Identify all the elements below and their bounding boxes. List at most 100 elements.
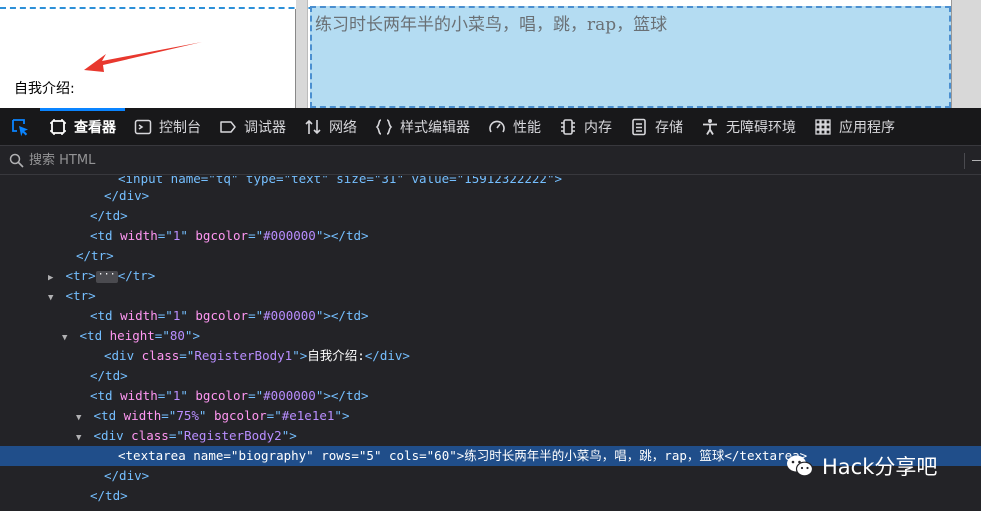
tab-network[interactable]: 网络 xyxy=(295,108,366,146)
tree-row[interactable]: <div class="RegisterBody1">自我介绍:</div> xyxy=(0,346,981,366)
element-picker-icon xyxy=(12,118,28,136)
collapse-twisty-icon[interactable]: ▶ xyxy=(48,268,58,288)
expand-twisty-icon[interactable]: ▼ xyxy=(62,328,72,348)
debugger-icon xyxy=(219,118,237,136)
attribute-quote: " xyxy=(180,228,188,243)
tag-bracket: > xyxy=(88,288,96,303)
tree-row[interactable]: ▼ <td height="80"> xyxy=(0,326,981,346)
attribute-quote: =" xyxy=(223,448,239,463)
watermark: Hack分享吧 xyxy=(786,451,937,481)
storage-icon xyxy=(630,118,648,136)
watermark-text: Hack分享吧 xyxy=(822,455,938,479)
tag-bracket: > xyxy=(192,328,200,343)
expand-twisty-icon[interactable]: ▼ xyxy=(48,288,58,308)
tab-label: 控制台 xyxy=(159,119,201,136)
attribute-quote: =" xyxy=(157,228,173,243)
tab-label: 查看器 xyxy=(74,119,116,136)
opening-tag: <tr xyxy=(65,288,89,303)
attribute-quote: " xyxy=(180,308,188,323)
attribute-name: bgcolor xyxy=(195,388,249,403)
attribute-name: cols xyxy=(389,448,420,463)
attribute-quote: " xyxy=(373,448,382,463)
tag-bracket: > xyxy=(323,228,331,243)
tab-label: 样式编辑器 xyxy=(400,119,470,136)
attribute-name: class xyxy=(131,428,169,443)
tree-row[interactable]: <td width="1" bgcolor="#000000"></td> xyxy=(0,306,981,326)
element-picker-button[interactable] xyxy=(0,108,40,146)
tab-application[interactable]: 应用程序 xyxy=(805,108,904,146)
network-icon xyxy=(304,118,322,136)
tab-accessibility[interactable]: 无障碍环境 xyxy=(692,108,805,146)
tab-label: 应用程序 xyxy=(839,119,895,136)
closing-tag: </td> xyxy=(90,368,128,383)
console-icon xyxy=(134,118,152,136)
toolbar-separator xyxy=(964,153,965,169)
tree-row[interactable]: <td width="1" bgcolor="#000000"></td> xyxy=(0,226,981,246)
attribute-value: 75% xyxy=(176,408,199,423)
attribute-name: bgcolor xyxy=(195,308,249,323)
closing-tag: </td> xyxy=(330,388,369,403)
tab-inspector[interactable]: 查看器 xyxy=(40,107,125,146)
attribute-quote: =" xyxy=(157,308,173,323)
tree-row[interactable]: </td> xyxy=(0,366,981,386)
attribute-value: #e1e1e1 xyxy=(281,408,335,423)
tab-label: 调试器 xyxy=(244,119,286,136)
closing-tag: </td> xyxy=(330,228,369,243)
attribute-name: height xyxy=(109,328,155,343)
closing-tag: </tr> xyxy=(117,268,156,283)
search-input[interactable] xyxy=(29,148,929,173)
attribute-quote: =" xyxy=(179,348,195,363)
attribute-name: name xyxy=(193,448,224,463)
closing-tag: </td> xyxy=(90,208,128,223)
expand-twisty-icon[interactable]: ▼ xyxy=(76,428,86,448)
accessibility-icon xyxy=(701,118,719,136)
attribute-quote: " xyxy=(306,448,314,463)
tag-bracket: > xyxy=(289,428,297,443)
attribute-name: width xyxy=(123,408,162,423)
attribute-value: 5 xyxy=(366,448,374,463)
inspector-icon xyxy=(49,118,67,136)
opening-tag: <td xyxy=(90,308,113,323)
attribute-quote: =" xyxy=(351,448,367,463)
application-icon xyxy=(814,118,832,136)
tree-row[interactable]: </td> xyxy=(0,206,981,226)
tree-row[interactable]: </tr> xyxy=(0,246,981,266)
opening-tag: <td xyxy=(79,328,103,343)
attribute-value: #000000 xyxy=(263,388,316,403)
tree-row[interactable]: </td> xyxy=(0,486,981,506)
attribute-name: bgcolor xyxy=(213,408,267,423)
html-search-bar xyxy=(0,147,981,175)
tree-row[interactable]: ▼ <tr> xyxy=(0,286,981,306)
attribute-quote: =" xyxy=(168,428,184,443)
text-node: 练习时长两年半的小菜鸟，唱，跳，rap，篮球 xyxy=(464,448,725,463)
tab-label: 网络 xyxy=(329,119,357,136)
attribute-value: RegisterBody1 xyxy=(194,348,293,363)
minus-icon[interactable] xyxy=(972,160,981,161)
tag-bracket: > xyxy=(323,388,331,403)
tab-console[interactable]: 控制台 xyxy=(125,108,210,146)
attribute-quote: " xyxy=(292,348,300,363)
page-preview: 自我介绍: 练习时长两年半的小菜鸟，唱，跳，rap，篮球 xyxy=(0,0,981,108)
tree-row[interactable]: <td width="1" bgcolor="#000000"></td> xyxy=(0,386,981,406)
tree-row[interactable]: ▶ <tr> ··· </tr> xyxy=(0,266,981,286)
attribute-quote: =" xyxy=(419,448,435,463)
tree-row[interactable]: ▼ <td width="75%" bgcolor="#e1e1e1"> xyxy=(0,406,981,426)
tree-row[interactable]: </div> xyxy=(0,186,981,206)
memory-icon xyxy=(559,118,577,136)
attribute-value: 80 xyxy=(169,328,185,343)
tab-label: 性能 xyxy=(513,119,541,136)
attribute-value: 60 xyxy=(434,448,450,463)
tree-row[interactable]: ▼ <div class="RegisterBody2"> xyxy=(0,426,981,446)
expand-twisty-icon[interactable]: ▼ xyxy=(76,408,86,428)
tab-debugger[interactable]: 调试器 xyxy=(210,108,295,146)
attribute-quote: =" xyxy=(161,408,177,423)
tab-style-editor[interactable]: 样式编辑器 xyxy=(366,108,479,146)
tab-performance[interactable]: 性能 xyxy=(479,108,550,146)
collapsed-children-ellipsis[interactable]: ··· xyxy=(95,269,118,283)
attribute-value: #000000 xyxy=(263,308,316,323)
biography-textarea[interactable]: 练习时长两年半的小菜鸟，唱，跳，rap，篮球 xyxy=(310,6,951,108)
tab-storage[interactable]: 存储 xyxy=(621,108,692,146)
tab-memory[interactable]: 内存 xyxy=(550,108,621,146)
tab-label: 内存 xyxy=(584,119,612,136)
opening-tag: <tr xyxy=(65,268,89,283)
